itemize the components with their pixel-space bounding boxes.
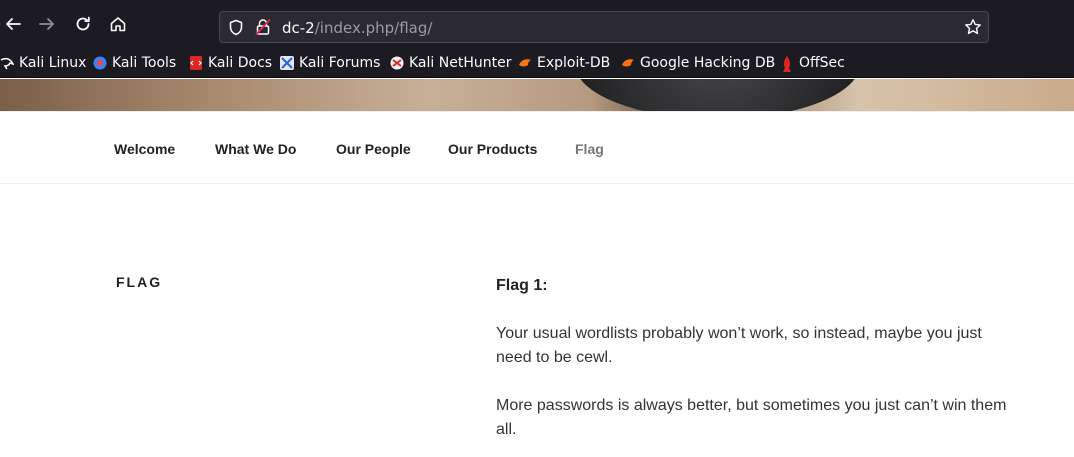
kali-forums-icon bbox=[280, 56, 294, 70]
shield-icon[interactable] bbox=[228, 19, 244, 36]
bookmark-kali-tools[interactable]: Kali Tools bbox=[93, 54, 176, 72]
forward-arrow-icon bbox=[39, 18, 54, 30]
nav-item-welcome[interactable]: Welcome bbox=[114, 141, 175, 157]
bookmark-label: Exploit-DB bbox=[537, 55, 611, 71]
nav-item-what-we-do[interactable]: What We Do bbox=[215, 141, 296, 157]
reload-icon bbox=[76, 16, 90, 31]
reload-button[interactable] bbox=[70, 11, 96, 37]
nav-item-our-people[interactable]: Our People bbox=[336, 141, 411, 157]
bookmark-label: OffSec bbox=[799, 55, 845, 71]
bookmark-label: Kali Linux bbox=[19, 55, 87, 71]
insecure-lock-icon[interactable] bbox=[255, 18, 271, 36]
back-arrow-icon bbox=[6, 18, 21, 30]
browser-toolbar: dc-2/index.php/flag/ bbox=[0, 0, 1074, 48]
bookmark-label: Kali Tools bbox=[112, 55, 177, 71]
bookmark-star-icon[interactable] bbox=[964, 18, 982, 36]
bookmark-kali-linux[interactable]: Kali Linux bbox=[0, 54, 86, 72]
bookmark-offsec[interactable]: OffSec bbox=[780, 54, 845, 72]
bookmark-google-hacking-db[interactable]: Google Hacking DB bbox=[621, 54, 775, 72]
page-title: FLAG bbox=[116, 274, 163, 290]
kali-dragon-icon bbox=[0, 56, 15, 70]
home-icon bbox=[110, 17, 126, 32]
back-button[interactable] bbox=[0, 11, 26, 37]
bookmark-label: Kali Forums bbox=[299, 55, 381, 71]
header-image bbox=[0, 79, 1074, 111]
address-bar[interactable]: dc-2/index.php/flag/ bbox=[219, 11, 989, 43]
site-navigation: Welcome What We Do Our People Our Produc… bbox=[0, 111, 1074, 184]
entry-paragraph: More passwords is always better, but som… bbox=[496, 397, 1007, 438]
url-path: /index.php/flag/ bbox=[314, 19, 433, 37]
bookmark-label: Kali NetHunter bbox=[409, 55, 512, 71]
url-text[interactable]: dc-2/index.php/flag/ bbox=[282, 19, 432, 37]
bookmark-exploit-db[interactable]: Exploit-DB bbox=[518, 54, 610, 72]
ghdb-icon bbox=[621, 56, 635, 70]
kali-docs-icon bbox=[189, 56, 203, 70]
exploit-db-icon bbox=[518, 56, 532, 70]
header-image-object bbox=[575, 79, 860, 111]
bookmarks-bar: Kali Linux Kali Tools Kali Docs Kali For… bbox=[0, 48, 1074, 78]
bookmark-label: Google Hacking DB bbox=[640, 55, 776, 71]
entry-content: Flag 1: Your usual wordlists probably wo… bbox=[496, 274, 1016, 457]
offsec-icon bbox=[780, 56, 794, 72]
url-host: dc-2 bbox=[282, 19, 315, 37]
bookmark-kali-nethunter[interactable]: Kali NetHunter bbox=[390, 54, 511, 72]
kali-tools-icon bbox=[93, 56, 107, 70]
kali-nethunter-icon bbox=[390, 56, 404, 70]
flag-heading: Flag 1: bbox=[496, 277, 548, 294]
nav-item-our-products[interactable]: Our Products bbox=[448, 141, 537, 157]
entry-paragraph: Your usual wordlists probably won’t work… bbox=[496, 325, 982, 366]
nav-item-flag[interactable]: Flag bbox=[575, 141, 604, 157]
bookmark-kali-forums[interactable]: Kali Forums bbox=[280, 54, 380, 72]
home-button[interactable] bbox=[105, 11, 131, 37]
bookmark-kali-docs[interactable]: Kali Docs bbox=[189, 54, 272, 72]
bookmark-label: Kali Docs bbox=[208, 55, 273, 71]
forward-button[interactable] bbox=[34, 11, 60, 37]
